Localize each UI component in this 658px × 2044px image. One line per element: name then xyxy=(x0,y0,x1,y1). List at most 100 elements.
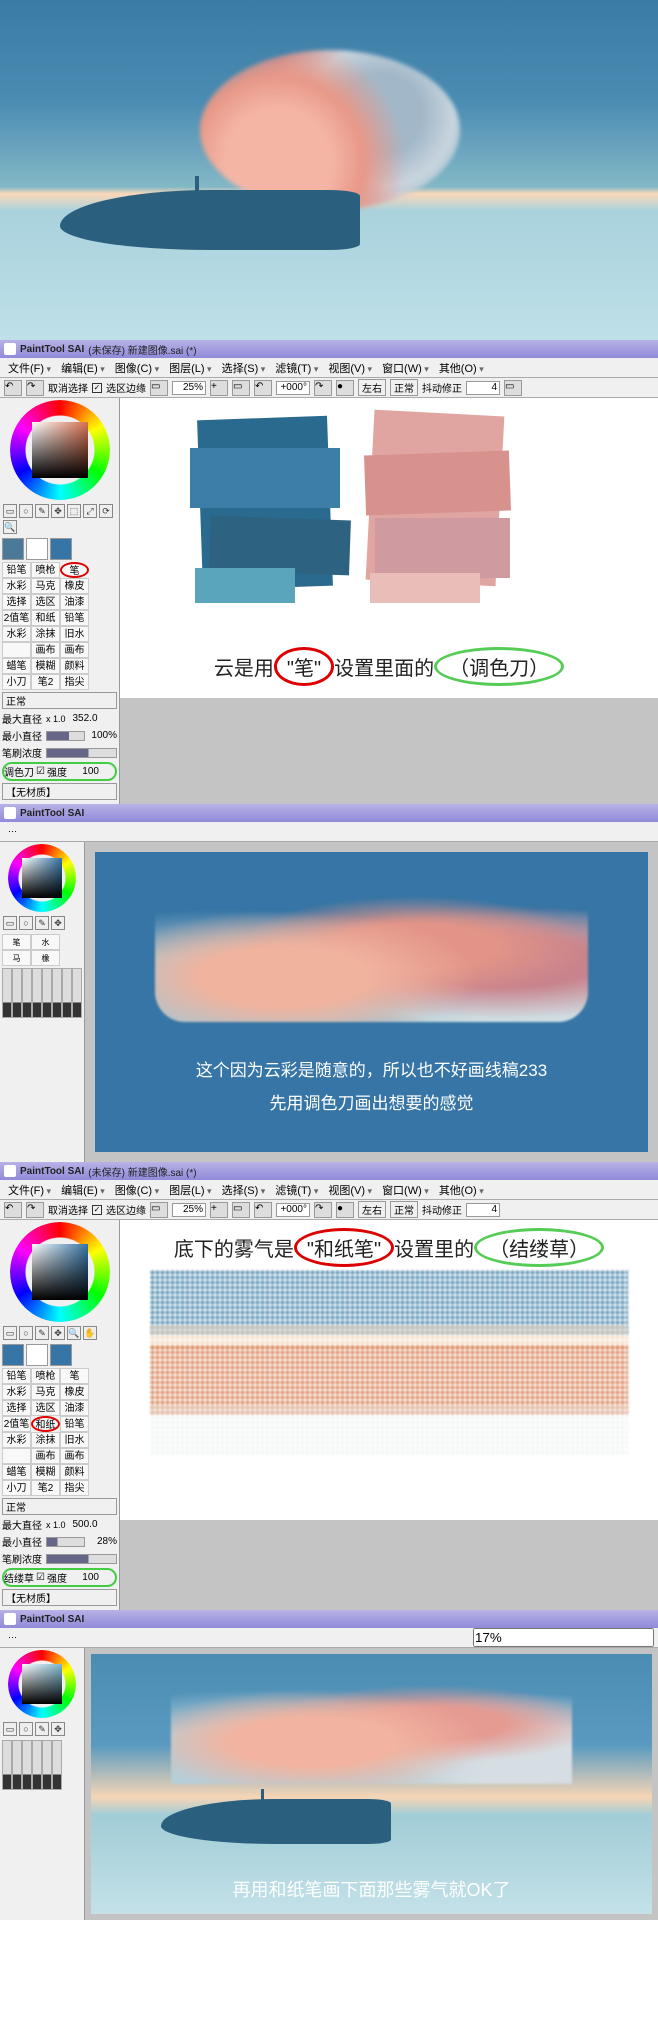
brush-canvas2[interactable]: 画布笔 xyxy=(60,642,89,658)
texture-row-3[interactable]: 结缕草 ☑ 强度 100 xyxy=(2,1568,117,1587)
menu-view[interactable]: 视图(V) xyxy=(324,360,376,376)
brush-brush[interactable]: 笔 xyxy=(60,562,89,578)
zoom-field-4[interactable] xyxy=(473,1628,654,1647)
tool-move[interactable]: ✥ xyxy=(51,504,65,518)
brush-selpen[interactable]: 选择笔 xyxy=(2,594,31,610)
mini-tools-2[interactable]: ▭○ ✎✥ xyxy=(2,915,82,931)
min-size-row[interactable]: 最小直径 100% xyxy=(2,728,117,743)
rot-cw-button[interactable]: ↷ xyxy=(314,380,332,396)
shake-field[interactable] xyxy=(466,381,500,395)
menu-bar-4[interactable]: ⋯ xyxy=(0,1628,658,1648)
brush-knife[interactable]: 小刀 xyxy=(2,674,31,690)
stabilizer-mode[interactable]: 正常 xyxy=(390,379,418,396)
menu-filter[interactable]: 滤镜(T) xyxy=(271,360,322,376)
brush-grid-2[interactable]: 笔水 马橡 xyxy=(2,934,82,966)
menu-view[interactable]: 视图(V) xyxy=(324,1182,376,1198)
sel-edge-check[interactable]: ✓ xyxy=(92,383,102,393)
brush-paint[interactable]: 颜料 xyxy=(60,658,89,674)
mode-row[interactable]: 正常 xyxy=(2,692,117,709)
canvas-area-3[interactable]: 底下的雾气是 "和纸笔" 设置里的 （结缕草） xyxy=(120,1220,658,1610)
menu-edit[interactable]: 编辑(E) xyxy=(57,360,109,376)
menu-bar-2[interactable]: ⋯ xyxy=(0,822,658,842)
brush-marker[interactable]: 马克笔 xyxy=(31,578,60,594)
menu-other[interactable]: 其他(O) xyxy=(435,360,488,376)
canvas-swatch[interactable] xyxy=(50,538,72,560)
menu-layer[interactable]: 图层(L) xyxy=(165,360,215,376)
shake-field[interactable] xyxy=(466,1203,500,1217)
rotation-field[interactable] xyxy=(276,381,310,395)
tool-wand[interactable]: ✎ xyxy=(35,504,49,518)
brush-washi[interactable]: 和纸笔 xyxy=(31,610,60,626)
density-bar[interactable] xyxy=(46,748,117,758)
brush-pencil[interactable]: 铅笔 xyxy=(2,562,31,578)
brush-oldwc[interactable]: 旧水彩 xyxy=(60,626,89,642)
rotation-field[interactable] xyxy=(276,1203,310,1217)
brush-watercolor[interactable]: 水彩笔 xyxy=(2,578,31,594)
color-wheel-4[interactable] xyxy=(8,1650,76,1718)
color-wheel-3[interactable] xyxy=(10,1222,110,1322)
fg-swatch[interactable] xyxy=(2,538,24,560)
menu-select[interactable]: 选择(S) xyxy=(218,360,270,376)
menu-bar-3[interactable]: 文件(F) 编辑(E) 图像(C) 图层(L) 选择(S) 滤镜(T) 视图(V… xyxy=(0,1180,658,1200)
brush-smudge[interactable]: 涂抹笔 xyxy=(31,626,60,642)
brush-empty[interactable] xyxy=(2,642,31,658)
brush-brush2[interactable]: 笔2 xyxy=(31,674,60,690)
tool-picker[interactable]: 🔍 xyxy=(3,520,17,534)
texture-row[interactable]: 【无材质】 xyxy=(2,783,117,800)
numeric-sliders[interactable] xyxy=(2,968,82,1018)
menu-edit[interactable]: 编辑(E) xyxy=(57,1182,109,1198)
brush-canvas1[interactable]: 画布笔 xyxy=(31,642,60,658)
undo-button[interactable]: ↶ xyxy=(4,1202,22,1218)
menu-image[interactable]: 图像(C) xyxy=(111,360,163,376)
brush-seleraser[interactable]: 选区擦 xyxy=(31,594,60,610)
brush-bucket[interactable]: 油漆桶 xyxy=(60,594,89,610)
blend-tool-row[interactable]: 调色刀 ☑ 强度 100 xyxy=(2,762,117,781)
menu-bar[interactable]: 文件(F) 编辑(E) 图像(C) 图层(L) 选择(S) 滤镜(T) 视图(V… xyxy=(0,358,658,378)
undo-button[interactable]: ↶ xyxy=(4,380,22,396)
mini-tools-3[interactable]: ▭○ ✎✥ 🔍✋ xyxy=(2,1325,117,1341)
zoom-field[interactable] xyxy=(172,381,206,395)
bg-swatch[interactable] xyxy=(26,538,48,560)
deselect-button[interactable]: 取消选择 xyxy=(48,1202,88,1217)
menu-window[interactable]: 窗口(W) xyxy=(378,1182,433,1198)
flip-button[interactable]: 左右 xyxy=(358,379,386,396)
menu-file[interactable]: 文件(F) xyxy=(4,360,55,376)
menu-image[interactable]: 图像(C) xyxy=(111,1182,163,1198)
numeric-sliders-4[interactable] xyxy=(2,1740,82,1790)
canvas-area-4[interactable]: 再用和纸笔画下面那些雾气就OK了 xyxy=(85,1648,658,1920)
menu-other[interactable]: 其他(O) xyxy=(435,1182,488,1198)
zoom-fit-button[interactable]: ▭ xyxy=(232,380,250,396)
min-bar[interactable] xyxy=(46,731,85,741)
tool-hand[interactable]: ⟳ xyxy=(99,504,113,518)
blend-check[interactable]: ☑ xyxy=(36,766,45,777)
canvas-area-2[interactable]: 这个因为云彩是随意的，所以也不好画线稿233 先用调色刀画出想要的感觉 xyxy=(85,842,658,1162)
color-wheel-2[interactable] xyxy=(8,844,76,912)
tool-zoom[interactable]: ⬚ xyxy=(67,504,81,518)
color-swatches[interactable] xyxy=(2,538,117,560)
brush-2val[interactable]: 2值笔 xyxy=(2,610,31,626)
density-row[interactable]: 笔刷浓度 xyxy=(2,745,117,760)
zoom-field[interactable] xyxy=(172,1203,206,1217)
menu-file[interactable]: 文件(F) xyxy=(4,1182,55,1198)
tool-rect[interactable]: ▭ xyxy=(3,504,17,518)
zoom-in-button[interactable]: + xyxy=(210,380,228,396)
menu-window[interactable]: 窗口(W) xyxy=(378,360,433,376)
menu-layer[interactable]: 图层(L) xyxy=(165,1182,215,1198)
tool-rotate[interactable]: ⤢ xyxy=(83,504,97,518)
canvas-area-1[interactable]: 云是用 "笔" 设置里面的 （调色刀） xyxy=(120,398,658,804)
color-swatches-3[interactable] xyxy=(2,1344,117,1366)
zoom-out-button[interactable]: ▭ xyxy=(150,380,168,396)
deselect-button[interactable]: 取消选择 xyxy=(48,380,88,395)
brush-pencil30[interactable]: 铅笔30 xyxy=(60,610,89,626)
max-size-row-3[interactable]: 最大直径 x 1.0 500.0 xyxy=(2,1517,117,1532)
redo-button[interactable]: ↷ xyxy=(26,1202,44,1218)
sel-edge-check[interactable]: ✓ xyxy=(92,1205,102,1215)
max-size-row[interactable]: 最大直径 x 1.0 352.0 xyxy=(2,711,117,726)
menu-filter[interactable]: 滤镜(T) xyxy=(271,1182,322,1198)
extra-button[interactable]: ▭ xyxy=(504,380,522,396)
min-size-row-3[interactable]: 最小直径 28% xyxy=(2,1534,117,1549)
brush-eraser[interactable]: 橡皮擦 xyxy=(60,578,89,594)
color-wheel[interactable] xyxy=(10,400,110,500)
brush-finger[interactable]: 指尖 xyxy=(60,674,89,690)
redo-button[interactable]: ↷ xyxy=(26,380,44,396)
